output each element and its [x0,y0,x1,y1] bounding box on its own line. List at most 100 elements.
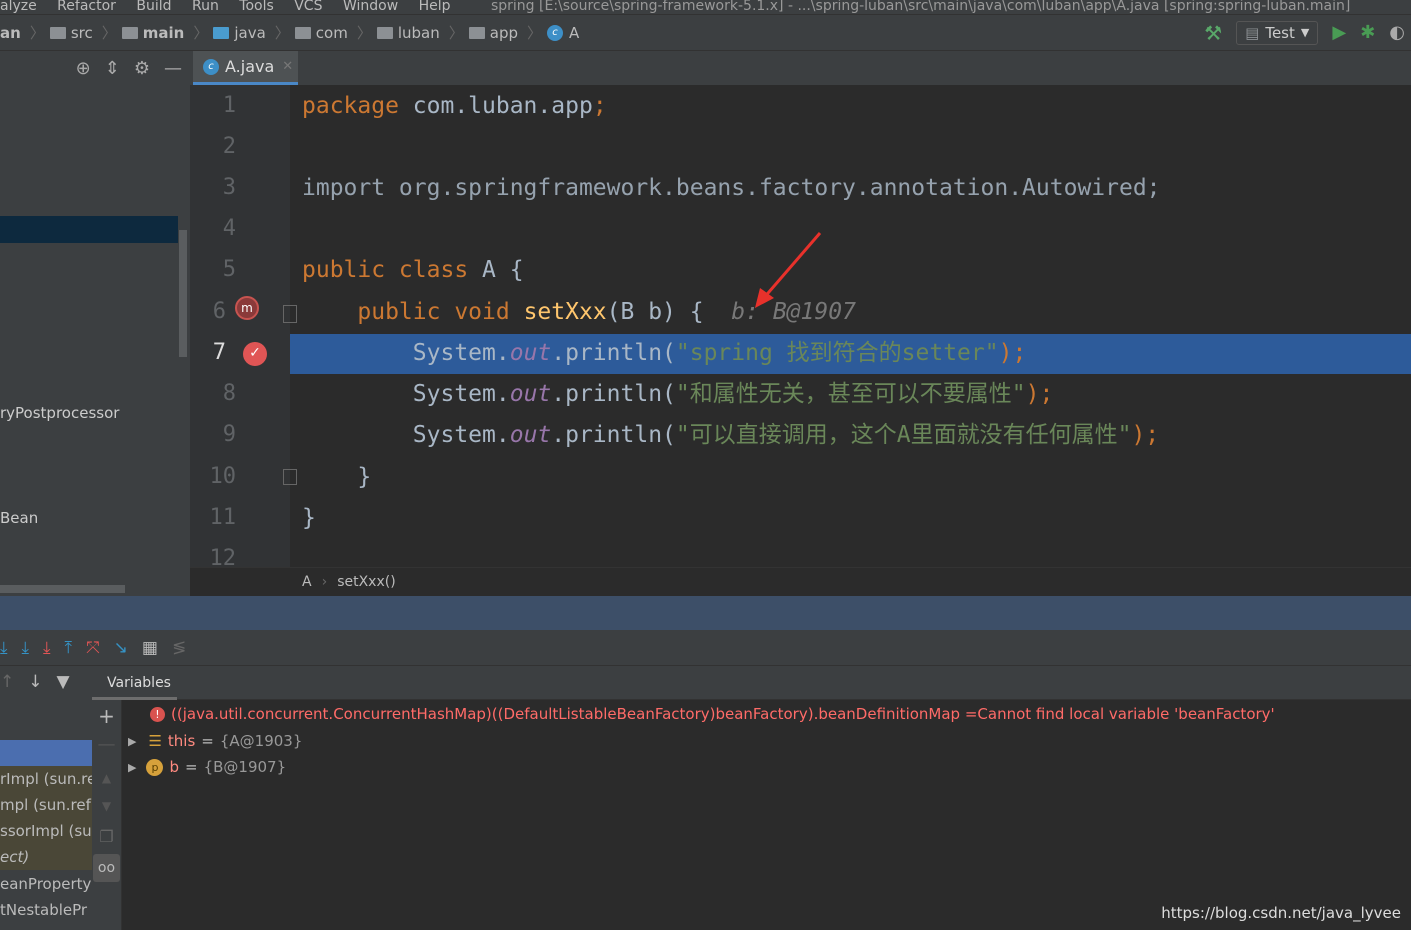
frame-item[interactable]: eanPropertyI [0,871,92,897]
gear-icon[interactable]: ⚙ [134,58,150,79]
tab-variables[interactable]: Variables [92,666,177,700]
remove-watch-icon[interactable]: — [92,734,121,755]
close-icon[interactable]: ✕ [282,59,293,74]
copy-icon[interactable]: ❐ [92,827,121,846]
frame-item[interactable]: rImpl (sun.re [0,766,92,792]
editor-tabs [190,51,1411,85]
breakpoint-icon[interactable]: ✓ [243,342,267,366]
crumb-class-a[interactable]: cA [547,24,579,42]
menu-refactor[interactable]: Refactor [57,0,116,14]
run-to-cursor-icon[interactable]: ↘ [114,638,128,658]
move-down-icon[interactable]: ▼ [92,799,121,813]
variables-header [92,666,1411,700]
menu-tools[interactable]: Tools [239,0,274,14]
line-number: 2 [222,134,236,159]
expand-arrow-icon[interactable]: ▶ [128,735,136,748]
line-number: 8 [222,381,236,406]
step-into-icon[interactable]: ⤓ [22,638,30,658]
code-line-1: package com.luban.app; [302,93,607,119]
frame-item[interactable]: ect) [0,844,92,870]
menu-build[interactable]: Build [136,0,171,14]
code-line-11: } [302,505,316,531]
variable-b[interactable]: ▶ p b = {B@1907} [128,758,286,776]
class-icon: c [203,58,219,75]
frame-item[interactable]: mpl (sun.ref [0,792,92,818]
frame-item[interactable]: ssorImpl (su [0,818,92,844]
move-up-icon[interactable]: ▲ [92,771,121,785]
line-number: 5 [222,257,236,282]
tree-item[interactable]: ryPostprocessor [0,404,119,422]
selected-tree-row[interactable] [0,216,178,243]
trace-icon[interactable]: ≶ [172,638,186,658]
line-number: 3 [222,175,236,200]
parameter-icon: p [146,758,164,776]
step-out-icon[interactable]: ⤒ [65,638,73,658]
force-step-into-icon[interactable]: ⤓ [43,638,51,658]
evaluate-expression-icon[interactable]: ▦ [142,638,158,658]
run-config-dropdown[interactable]: ▤ Test ▼ [1236,20,1319,45]
debug-panel-header [0,596,1411,630]
crumb-project[interactable]: an [0,24,21,42]
menu-run[interactable]: Run [192,0,219,14]
variables-side-toolbar: + — ▲ ▼ ❐ oo [92,700,122,930]
line-number: 7 [212,340,226,365]
sidebar-hscrollbar[interactable] [0,585,125,593]
frame-selected[interactable] [0,740,92,766]
crumb-src[interactable]: src [49,24,93,42]
menu-window[interactable]: Window [343,0,398,14]
arrow-up-icon[interactable]: ↑ [0,672,14,692]
frames-panel: ↑ ↓ ▼ rImpl (sun.re mpl (sun.ref ssorImp… [0,666,92,930]
arrow-down-icon[interactable]: ↓ [28,672,42,692]
menu-bar: alyze Refactor Build Run Tools VCS Windo… [0,0,1411,14]
build-hammer-icon[interactable]: ⚒ [1204,21,1222,45]
run-toolbar: ⚒ ▤ Test ▼ ▶ ✱ ◐ [1204,14,1411,51]
debug-bug-icon[interactable]: ✱ [1360,22,1375,43]
locate-icon[interactable]: ⊕ [76,58,91,79]
expand-arrow-icon[interactable]: ▶ [128,761,136,774]
package-icon [294,26,311,39]
watch-error[interactable]: ! ((java.util.concurrent.ConcurrentHashM… [150,705,1275,723]
variable-this[interactable]: ▶ ☰ this = {A@1903} [128,732,302,750]
window-title: spring [E:\source\spring-framework-5.1.x… [490,0,1351,14]
code-line-10: } [302,464,372,490]
menu-help[interactable]: Help [419,0,451,14]
fold-icon[interactable] [283,305,297,323]
line-number: 10 [209,464,237,489]
method-breakpoint-icon[interactable]: m [235,296,259,320]
frame-item[interactable]: tNestablePr [0,897,92,923]
menu-analyze[interactable]: alyze [0,0,37,14]
add-watch-icon[interactable]: + [92,704,121,728]
watermark: https://blog.csdn.net/java_lyvee [1161,904,1401,922]
code-line-5: public class A { [302,257,524,283]
tree-item[interactable]: Bean [0,509,38,527]
run-icon[interactable]: ▶ [1332,22,1346,43]
crumb-class[interactable]: A [302,574,312,590]
folder-icon [49,26,66,39]
line-number: 1 [222,93,236,118]
crumb-java[interactable]: java [213,24,266,42]
minimize-icon[interactable]: — [164,58,182,79]
folder-icon [213,26,230,39]
drop-frame-icon[interactable]: ⤧ [86,638,100,658]
sidebar-scrollbar[interactable] [179,230,187,357]
step-over-icon[interactable]: ⤓ [0,638,8,658]
tab-a-java[interactable]: c A.java ✕ [193,51,298,85]
crumb-main[interactable]: main [121,24,184,42]
coverage-icon[interactable]: ◐ [1389,22,1405,43]
crumb-com[interactable]: com [294,24,348,42]
filter-icon[interactable]: ▼ [57,672,70,692]
frames-toolbar: ↑ ↓ ▼ [0,672,92,692]
navigation-bar: an 〉 src 〉 main 〉 java 〉 com 〉 luban 〉 app 〉 cA [0,14,1411,51]
error-icon: ! [150,706,165,722]
config-icon: ▤ [1245,23,1260,42]
crumb-luban[interactable]: luban [376,24,440,42]
fold-icon[interactable] [283,469,297,485]
crumb-app[interactable]: app [468,24,518,42]
package-icon [468,26,485,39]
folder-icon [121,26,138,39]
crumb-method[interactable]: setXxx() [337,574,395,590]
collapse-all-icon[interactable]: ⇕ [105,58,120,79]
glasses-icon[interactable]: oo [93,854,120,882]
sidebar-toolbar: ⊕ ⇕ ⚙ — [0,51,190,85]
menu-vcs[interactable]: VCS [294,0,322,14]
